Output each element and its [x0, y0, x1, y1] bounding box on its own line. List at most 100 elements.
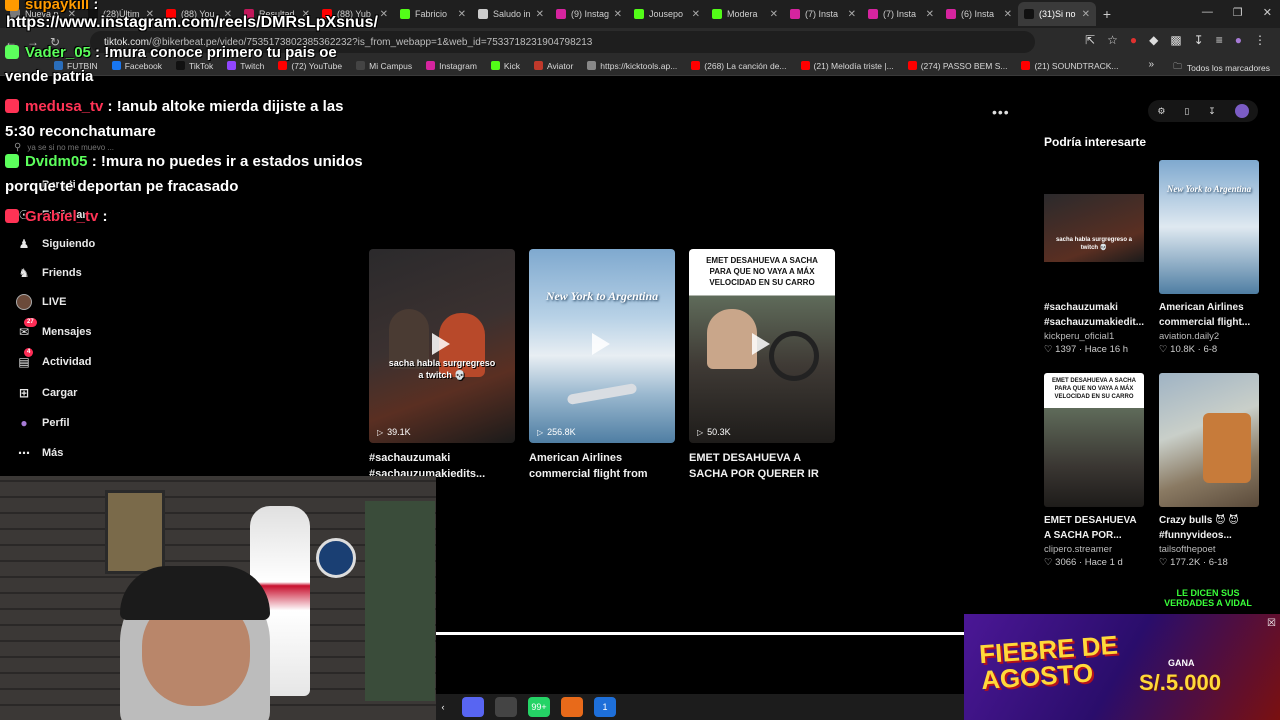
suggested-thumbnail[interactable]: sacha habla surgregreso a twitch 💀 [1044, 160, 1144, 294]
browser-tab[interactable]: (6) Insta ✕ [940, 2, 1018, 26]
tab-close-icon[interactable]: ✕ [536, 9, 544, 20]
bookmark-item[interactable]: (21) SOUNDTRACK... [1021, 61, 1119, 71]
suggested-author[interactable]: clipero.streamer [1044, 544, 1144, 555]
tab-close-icon[interactable]: ✕ [926, 9, 934, 20]
profile-avatar-icon[interactable]: ● [1235, 33, 1242, 47]
video-title[interactable]: American Airlines commercial flight from… [529, 450, 675, 482]
taskbar-chevron-icon[interactable]: ‹ [438, 697, 448, 717]
suggested-title[interactable]: Crazy bulls 😈 😈 #funnyvideos... [1159, 513, 1259, 543]
browser-tab[interactable]: (9) Instag ✕ [550, 2, 628, 26]
bookmark-item[interactable]: TikTok [176, 61, 213, 71]
chat-message: vende patria [5, 68, 93, 85]
suggested-card[interactable]: EMET DESAHUEVA A SACHA PARA QUE NO VAYA … [1044, 373, 1144, 568]
browser-tab[interactable]: (31)Si no ✕ [1018, 2, 1096, 26]
bookmark-item[interactable]: (72) YouTube [278, 61, 342, 71]
browser-tab[interactable]: Fabricio ✕ [394, 2, 472, 26]
video-title[interactable]: EMET DESAHUEVA A SACHA POR QUERER IR RÁP… [689, 450, 835, 482]
new-tab-button[interactable]: + [1096, 6, 1118, 22]
bookmark-item[interactable]: Mi Campus [356, 61, 412, 71]
bookmark-item[interactable]: (21) Melodía triste |... [800, 60, 894, 71]
browser-tab[interactable]: (7) Insta ✕ [784, 2, 862, 26]
suggested-thumbnail[interactable]: EMET DESAHUEVA A SACHA PARA QUE NO VAYA … [1044, 373, 1144, 507]
bookmark-item[interactable]: Aviator [533, 61, 573, 71]
install-icon[interactable]: ⇱ [1085, 33, 1095, 47]
tool-icon[interactable] [495, 697, 517, 717]
sidebar-item-siguiendo[interactable]: ♟ Siguiendo [16, 236, 96, 252]
tab-close-icon[interactable]: ✕ [1004, 9, 1012, 20]
sidebar-item-perfil[interactable]: ● Perfil [16, 415, 69, 431]
avatar[interactable] [1234, 104, 1249, 118]
ad-banner[interactable]: FIEBRE DE AGOSTO GANA S/.5.000 ☒ [964, 614, 1280, 720]
gear-icon[interactable]: ⚙ [1157, 106, 1165, 117]
suggested-card[interactable]: New York to Argentina American Airlines … [1159, 160, 1259, 355]
suggested-thumbnail[interactable]: New York to Argentina [1159, 160, 1259, 294]
app-icon[interactable]: 1 [594, 697, 616, 717]
bookmark-item[interactable]: https://kicktools.ap... [587, 61, 677, 71]
extension-icon[interactable]: ◆ [1149, 33, 1158, 47]
suggested-title[interactable]: EMET DESAHUEVA A SACHA POR... [1044, 513, 1144, 543]
bookmarks-overflow[interactable]: » [1148, 59, 1154, 70]
tab-label: (31)Si no [1039, 9, 1076, 19]
like-count: 10.8K [1170, 344, 1195, 355]
bookmark-item[interactable]: Twitch [227, 61, 264, 71]
video-thumbnail[interactable]: New York to Argentina ▷ 256.8K [529, 249, 675, 443]
video-card[interactable]: EMET DESAHUEVA A SACHA PARA QUE NO VAYA … [689, 249, 835, 482]
menu-kebab-icon[interactable]: ⋮ [1254, 33, 1266, 47]
browser-tab[interactable]: (7) Insta ✕ [862, 2, 940, 26]
tab-close-icon[interactable]: ✕ [692, 9, 700, 20]
stream-url-overlay: https://www.instagram.com/reels/DMRsLpXs… [6, 14, 378, 31]
suggested-author[interactable]: aviation.daily2 [1159, 331, 1259, 342]
bookmark-item[interactable]: Kick [490, 61, 520, 71]
bookmark-label: (21) Melodía triste |... [813, 60, 894, 71]
download-icon[interactable]: ↧ [1208, 106, 1216, 117]
media-icon[interactable]: ≡ [1216, 33, 1223, 47]
puzzle-icon[interactable]: ▩ [1170, 33, 1181, 47]
sidebar-item-cargar[interactable]: ⊞ Cargar [16, 385, 78, 401]
minimize-icon[interactable]: — [1202, 6, 1213, 19]
thumbnail-caption: EMET DESAHUEVA A SACHA PARA QUE NO VAYA … [706, 256, 818, 287]
all-bookmarks[interactable]: 🗀 Todos los marcadores [1173, 61, 1270, 75]
close-icon[interactable]: ☒ [1267, 618, 1276, 629]
close-window-icon[interactable]: ✕ [1263, 6, 1272, 19]
tab-close-icon[interactable]: ✕ [380, 9, 388, 20]
sidebar-item-live[interactable]: LIVE [16, 294, 66, 310]
bookmark-item[interactable]: (268) La canción de... [691, 61, 787, 71]
bookmark-favicon-icon [426, 61, 436, 70]
obs-icon[interactable] [561, 697, 583, 717]
suggested-card[interactable]: Crazy bulls 😈 😈 #funnyvideos... tailsoft… [1159, 373, 1259, 568]
whatsapp-icon[interactable]: 99+ [528, 697, 550, 717]
download-icon[interactable]: ↧ [1194, 33, 1204, 47]
extension-red-icon[interactable]: ● [1130, 33, 1137, 47]
video-card[interactable]: sacha habla surgregreso a twitch 💀 ▷ 39.1… [369, 249, 515, 482]
video-thumbnail[interactable]: sacha habla surgregreso a twitch 💀 ▷ 39.1… [369, 249, 515, 443]
tab-close-icon[interactable]: ✕ [770, 9, 778, 20]
browser-tab[interactable]: Modera ✕ [706, 2, 784, 26]
tab-close-icon[interactable]: ✕ [1082, 9, 1090, 20]
device-icon[interactable]: ▯ [1184, 106, 1189, 117]
sidebar-item-actividad[interactable]: ▤ 4 Actividad [16, 348, 92, 370]
suggested-title[interactable]: #sachauzumaki #sachauzumakiedit... [1044, 300, 1144, 330]
sidebar-item-m-s[interactable]: ⋯ Más [16, 445, 63, 461]
suggested-author[interactable]: tailsofthepoet [1159, 544, 1259, 555]
bookmark-item[interactable]: Facebook [111, 61, 162, 71]
suggested-thumbnail[interactable] [1159, 373, 1259, 507]
sidebar-item-mensajes[interactable]: ✉ 27 Mensajes [16, 318, 92, 340]
restore-icon[interactable]: ❐ [1233, 6, 1243, 19]
more-options-icon[interactable]: ••• [992, 104, 1010, 120]
bookmark-star-icon[interactable]: ☆ [1107, 33, 1118, 47]
browser-tab[interactable]: Jousepo ✕ [628, 2, 706, 26]
bookmark-item[interactable]: Instagram [426, 61, 477, 71]
video-card[interactable]: New York to Argentina ▷ 256.8K American A… [529, 249, 675, 482]
suggested-author[interactable]: kickperu_oficial1 [1044, 331, 1144, 342]
sidebar-item-label: Siguiendo [42, 238, 96, 250]
bookmark-item[interactable]: (274) PASSO BEM S... [907, 61, 1007, 71]
video-thumbnail[interactable]: EMET DESAHUEVA A SACHA PARA QUE NO VAYA … [689, 249, 835, 443]
tab-close-icon[interactable]: ✕ [614, 9, 622, 20]
browser-tab[interactable]: Saludo in ✕ [472, 2, 550, 26]
tab-close-icon[interactable]: ✕ [458, 9, 466, 20]
tab-close-icon[interactable]: ✕ [848, 9, 856, 20]
suggested-title[interactable]: American Airlines commercial flight... [1159, 300, 1259, 330]
discord-icon[interactable] [462, 697, 484, 717]
sidebar-item-friends[interactable]: ♞ Friends [16, 265, 82, 281]
suggested-card[interactable]: sacha habla surgregreso a twitch 💀 #sach… [1044, 160, 1144, 355]
